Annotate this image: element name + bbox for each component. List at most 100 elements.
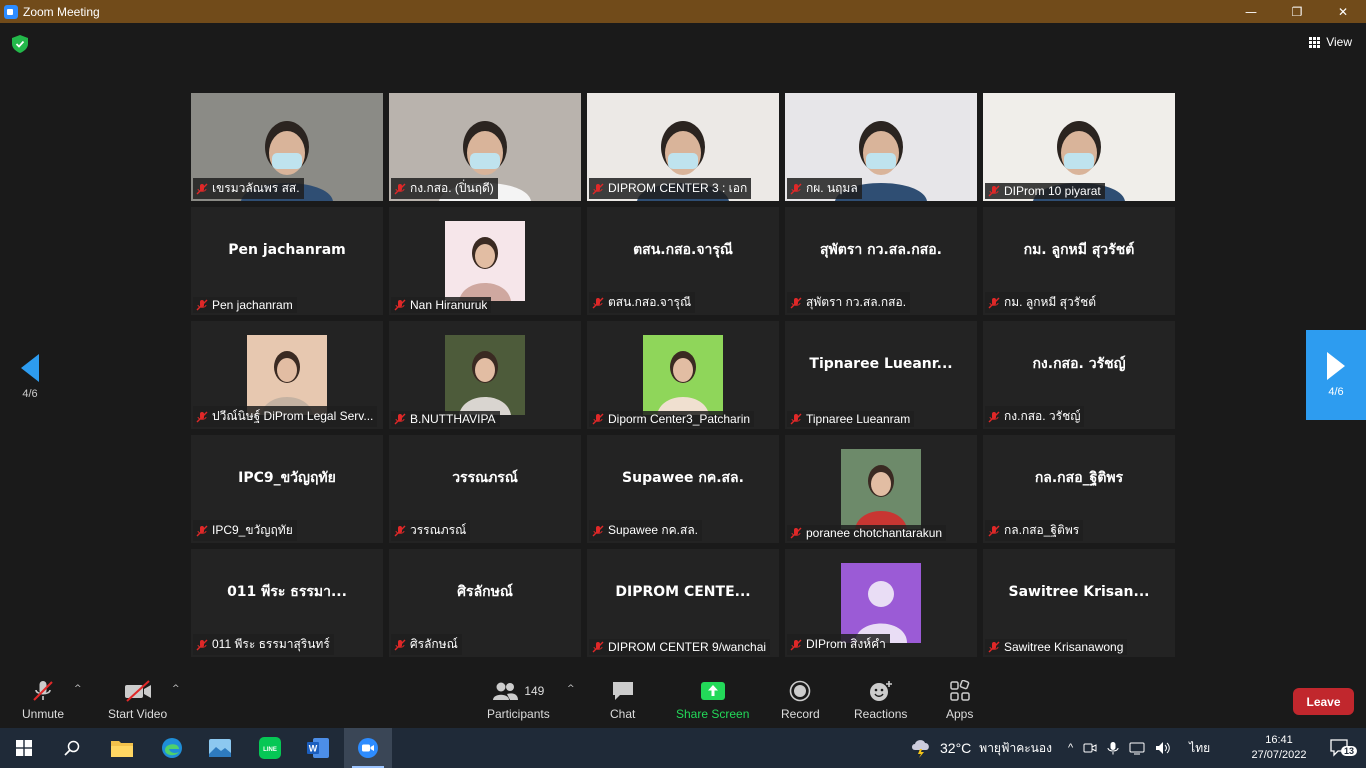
participant-name-tag: 011 พีระ ธรรมาสุรินทร์ <box>193 634 334 655</box>
participant-tile[interactable]: DIPROM CENTE... DIPROM CENTER 9/wanchai <box>587 549 779 657</box>
participant-name-tag: กง.กสอ. วรัชญ์ <box>985 406 1085 427</box>
chevron-left-icon <box>21 354 39 382</box>
participants-options-chevron-up-icon[interactable]: ^ <box>567 684 575 694</box>
chevron-right-icon <box>1327 352 1345 380</box>
notification-center-button[interactable]: 13 <box>1320 728 1360 768</box>
participant-tile[interactable]: Supawee กค.สล. Supawee กค.สล. <box>587 435 779 543</box>
svg-text:LINE: LINE <box>263 747 277 753</box>
participant-name-tag: Diporm Center3_Patcharin <box>589 411 755 427</box>
muted-microphone-icon <box>790 297 802 308</box>
taskbar-edge[interactable] <box>148 728 196 768</box>
participant-tile[interactable]: กง.กสอ. วรัชญ์ กง.กสอ. วรัชญ์ <box>983 321 1175 429</box>
participant-tile[interactable]: วรรณภรณ์ วรรณภรณ์ <box>389 435 581 543</box>
participant-tile[interactable]: Sawitree Krisan... Sawitree Krisanawong <box>983 549 1175 657</box>
chat-icon <box>612 682 633 700</box>
audio-options-chevron-up-icon[interactable]: ^ <box>74 684 82 694</box>
participant-name-label: กม. ลูกหมี สุวรัชต์ <box>1004 295 1097 309</box>
participant-tile[interactable]: สุพัตรา กว.สล.กสอ. สุพัตรา กว.สล.กสอ. <box>785 207 977 315</box>
muted-microphone-icon <box>394 183 406 194</box>
reactions-smiley-icon <box>869 681 892 701</box>
participant-tile[interactable]: Diporm Center3_Patcharin <box>587 321 779 429</box>
taskbar-photos[interactable] <box>196 728 244 768</box>
weather-condition: พายุฟ้าคะนอง <box>979 740 1052 755</box>
participant-tile[interactable]: ตสน.กสอ.จารุณี ตสน.กสอ.จารุณี <box>587 207 779 315</box>
participant-name-tag: สุพัตรา กว.สล.กสอ. <box>787 292 911 313</box>
participant-name-label: สุพัตรา กว.สล.กสอ. <box>806 295 907 309</box>
participants-count: 149 <box>524 684 545 698</box>
meet-now-icon[interactable] <box>1083 741 1097 755</box>
participant-name-tag: Sawitree Krisanawong <box>985 639 1128 655</box>
svg-text:W: W <box>309 744 318 754</box>
participant-tile[interactable]: DIPROM CENTER 3 : เอก <box>587 93 779 201</box>
leave-button[interactable]: Leave <box>1293 688 1354 715</box>
participant-name-tag: ปวีณ์นิษฐ์ DiProm Legal Serv... <box>193 406 378 427</box>
input-language[interactable]: ไทย <box>1189 739 1210 758</box>
participant-tile[interactable]: 011 พีระ ธรรมา... 011 พีระ ธรรมาสุรินทร์ <box>191 549 383 657</box>
muted-microphone-icon <box>196 411 208 422</box>
muted-microphone-icon <box>592 297 604 308</box>
participant-name-label: กล.กสอ_ฐิติพร <box>1004 523 1080 537</box>
participant-name-label: กผ. นฤมล <box>806 181 858 195</box>
taskbar-line[interactable]: LINE <box>246 728 294 768</box>
participant-name-label: Pen jachanram <box>212 298 293 312</box>
participant-name-tag: IPC9_ขวัญฤทัย <box>193 520 297 541</box>
network-icon[interactable] <box>1129 741 1145 755</box>
participants-button[interactable]: 149 Participants <box>487 678 550 721</box>
reactions-button[interactable]: Reactions <box>854 678 907 721</box>
chat-label: Chat <box>610 707 636 721</box>
unmute-button[interactable]: Unmute <box>22 678 64 721</box>
participant-tile[interactable]: DIProm 10 piyarat <box>983 93 1175 201</box>
previous-page-button[interactable]: 4/6 <box>0 331 60 423</box>
participant-name-label: DIProm สิงห์คำ <box>806 637 886 651</box>
participant-name-tag: ตสน.กสอ.จารุณี <box>589 292 696 313</box>
line-app-icon: LINE <box>259 737 281 759</box>
participant-name-label: DIPROM CENTER 9/wanchai <box>608 640 767 654</box>
participant-tile[interactable]: DIProm สิงห์คำ <box>785 549 977 657</box>
record-button[interactable]: Record <box>781 678 820 721</box>
taskbar-zoom[interactable] <box>344 728 392 768</box>
participant-tile[interactable]: ศิรลักษณ์ ศิรลักษณ์ <box>389 549 581 657</box>
participant-tile[interactable]: Tipnaree Lueanr... Tipnaree Lueanram <box>785 321 977 429</box>
muted-microphone-icon <box>592 413 604 425</box>
view-button[interactable]: View <box>1309 35 1352 49</box>
participant-tile[interactable]: กม. ลูกหมี สุวรัชต์ กม. ลูกหมี สุวรัชต์ <box>983 207 1175 315</box>
participant-tile[interactable]: poranee chotchantarakun <box>785 435 977 543</box>
start-button[interactable] <box>0 728 48 768</box>
weather-widget[interactable]: 32°C พายุฟ้าคะนอง <box>910 728 1052 768</box>
taskbar-file-explorer[interactable] <box>98 728 146 768</box>
participant-tile[interactable]: เขรมวลัณพร สส. <box>191 93 383 201</box>
volume-icon[interactable] <box>1155 741 1171 755</box>
apps-button[interactable]: Apps <box>946 678 973 721</box>
folder-icon <box>111 741 133 757</box>
clock-date: 27/07/2022 <box>1251 749 1307 761</box>
participant-tile[interactable]: IPC9_ขวัญฤทัย IPC9_ขวัญฤทัย <box>191 435 383 543</box>
participant-tile[interactable]: กล.กสอ_ฐิติพร กล.กสอ_ฐิติพร <box>983 435 1175 543</box>
microphone-icon[interactable] <box>1107 741 1119 755</box>
participant-profile-photo <box>445 335 525 415</box>
participant-tile[interactable]: ปวีณ์นิษฐ์ DiProm Legal Serv... <box>191 321 383 429</box>
maximize-button[interactable]: ❐ <box>1274 0 1320 23</box>
participant-tile[interactable]: กง.กสอ. (ปิ่นฤดี) <box>389 93 581 201</box>
taskbar-word[interactable]: W <box>294 728 342 768</box>
start-video-label: Start Video <box>108 707 168 721</box>
chat-button[interactable]: Chat <box>610 678 635 721</box>
start-video-button[interactable]: Start Video <box>108 678 167 721</box>
clock[interactable]: 16:41 27/07/2022 <box>1250 728 1308 768</box>
search-button[interactable] <box>48 728 96 768</box>
participant-tile[interactable]: กผ. นฤมล <box>785 93 977 201</box>
participant-tile[interactable]: Pen jachanram Pen jachanram <box>191 207 383 315</box>
tray-expand-chevron-up-icon[interactable]: ^ <box>1068 742 1073 754</box>
shield-icon[interactable] <box>12 35 28 53</box>
participant-name-tag: Nan Hiranuruk <box>391 297 492 313</box>
close-button[interactable]: ✕ <box>1320 0 1366 23</box>
participant-tile[interactable]: Nan Hiranuruk <box>389 207 581 315</box>
minimize-button[interactable]: — <box>1228 0 1274 23</box>
participant-display-name: Sawitree Krisan... <box>1008 584 1150 600</box>
video-options-chevron-up-icon[interactable]: ^ <box>172 684 180 694</box>
next-page-button[interactable]: 4/6 <box>1306 330 1366 420</box>
share-screen-button[interactable]: Share Screen <box>676 678 749 721</box>
notification-count-badge: 13 <box>1341 746 1358 756</box>
muted-microphone-icon <box>394 299 406 311</box>
participant-tile[interactable]: B.NUTTHAVIPA <box>389 321 581 429</box>
participant-name-tag: กผ. นฤมล <box>787 178 862 199</box>
